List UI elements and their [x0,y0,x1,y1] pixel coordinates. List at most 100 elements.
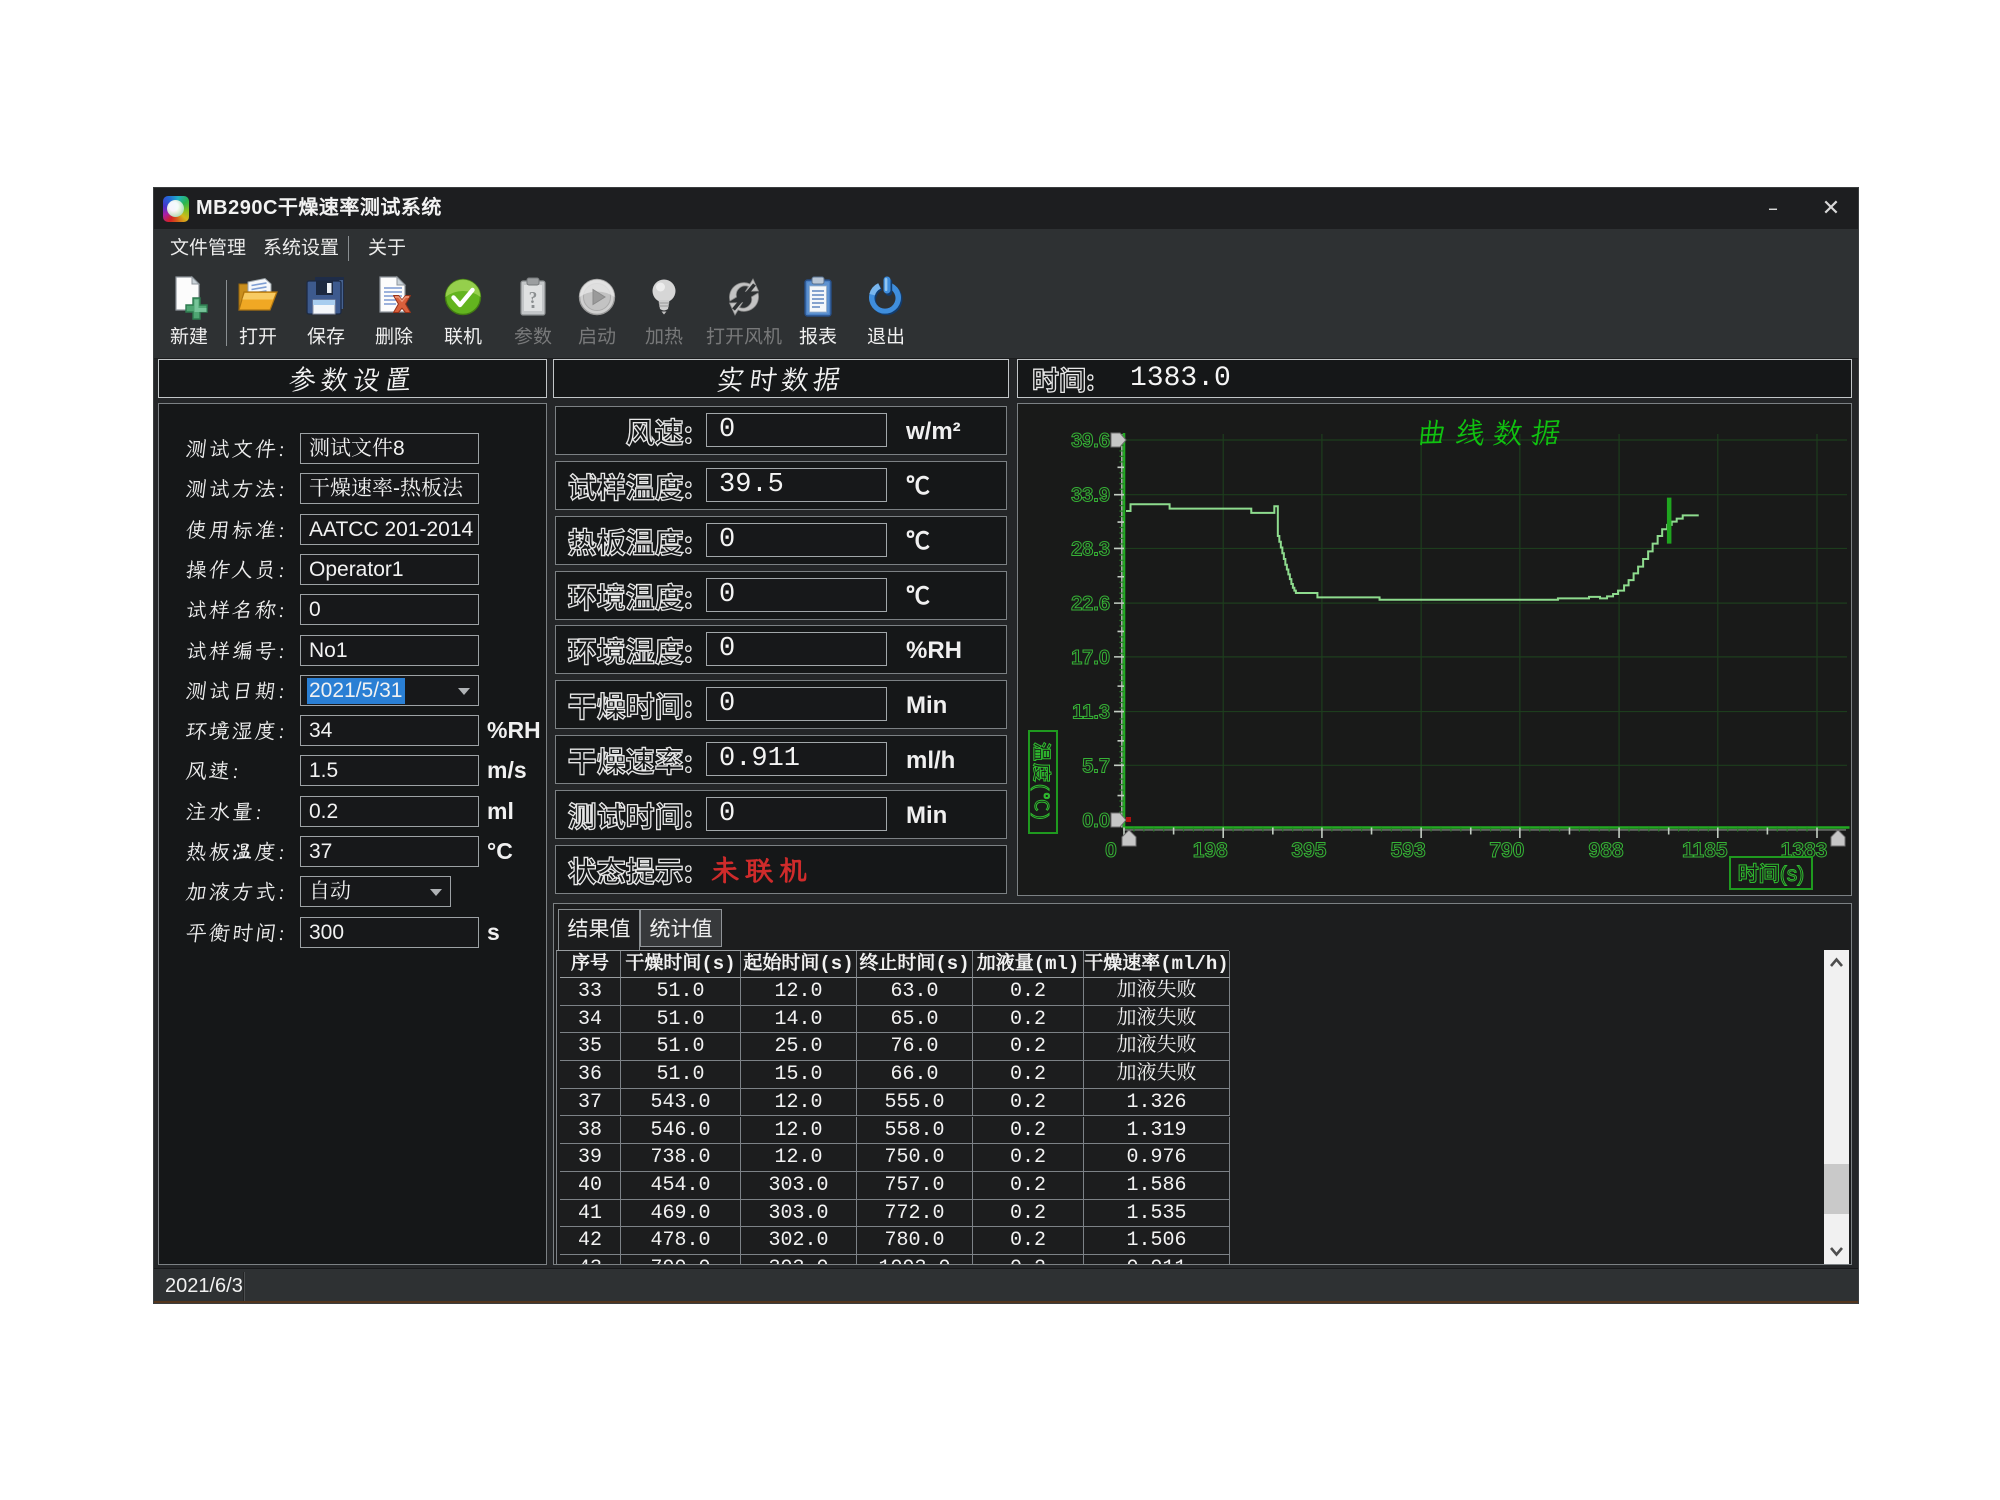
table-cell[interactable]: 546.0 [621,1117,741,1145]
param-input[interactable]: 2021/5/31 [300,675,479,706]
table-cell[interactable]: 12.0 [741,1144,857,1172]
realtime-input[interactable]: 0 [706,523,887,557]
param-input[interactable]: 自动 [300,876,451,907]
table-cell[interactable]: 772.0 [857,1200,973,1228]
table-cell[interactable]: 37 [560,1089,621,1117]
table-cell[interactable]: 0.2 [973,1227,1084,1255]
param-input[interactable]: 0 [300,594,479,625]
combo-dropdown-icon[interactable] [430,889,442,896]
table-cell[interactable]: 1.326 [1084,1089,1230,1117]
table-cell[interactable]: 51.0 [621,1061,741,1089]
table-cell[interactable]: 0.2 [973,1061,1084,1089]
toolbar-fan-button[interactable]: 打开风机 [696,272,792,356]
table-cell[interactable]: 加液失败 [1084,978,1230,1006]
table-cell[interactable]: 750.0 [857,1144,973,1172]
toolbar-start-button[interactable]: 启动 [559,272,635,356]
table-cell[interactable]: 790.0 [621,1255,741,1264]
table-cell[interactable]: 15.0 [741,1061,857,1089]
table-cell[interactable]: 66.0 [857,1061,973,1089]
table-cell[interactable]: 43 [560,1255,621,1264]
table-cell[interactable]: 76.0 [857,1033,973,1061]
table-cell[interactable]: 1.586 [1084,1172,1230,1200]
realtime-input[interactable]: 0.911 [706,742,887,776]
table-cell[interactable]: 555.0 [857,1089,973,1117]
table-cell[interactable]: 25.0 [741,1033,857,1061]
table-cell[interactable]: 51.0 [621,978,741,1006]
realtime-input[interactable]: 0 [706,578,887,612]
table-cell[interactable]: 40 [560,1172,621,1200]
menu-file[interactable]: 文件管理 [170,229,246,268]
toolbar-open-button[interactable]: 打开 [220,272,296,356]
table-cell[interactable]: 478.0 [621,1227,741,1255]
table-cell[interactable]: 303.0 [741,1255,857,1264]
table-cell[interactable]: 0.2 [973,1006,1084,1034]
table-cell[interactable]: 41 [560,1200,621,1228]
table-cell[interactable]: 0.976 [1084,1144,1230,1172]
table-cell[interactable]: 12.0 [741,978,857,1006]
realtime-input[interactable]: 0 [706,413,887,447]
table-cell[interactable]: 0.2 [973,1033,1084,1061]
toolbar-heat-button[interactable]: 加热 [626,272,702,356]
realtime-input[interactable]: 0 [706,797,887,831]
table-cell[interactable]: 42 [560,1227,621,1255]
table-cell[interactable]: 558.0 [857,1117,973,1145]
table-cell[interactable]: 302.0 [741,1227,857,1255]
table-cell[interactable]: 0.2 [973,1172,1084,1200]
title-bar[interactable]: MB290C干燥速率测试系统 – ✕ [154,188,1858,229]
scroll-up-icon[interactable] [1824,950,1849,976]
table-cell[interactable]: 0.911 [1084,1255,1230,1264]
table-cell[interactable]: 0.2 [973,1255,1084,1264]
table-cell[interactable]: 63.0 [857,978,973,1006]
table-cell[interactable]: 0.2 [973,978,1084,1006]
table-cell[interactable]: 303.0 [741,1172,857,1200]
table-cell[interactable]: 39 [560,1144,621,1172]
date-dropdown-icon[interactable] [458,688,470,695]
realtime-input[interactable]: 0 [706,632,887,666]
param-input[interactable]: 测试文件8 [300,433,479,464]
table-cell[interactable]: 加液失败 [1084,1006,1230,1034]
table-cell[interactable]: 1093.0 [857,1255,973,1264]
table-cell[interactable]: 35 [560,1033,621,1061]
table-cell[interactable]: 0.2 [973,1144,1084,1172]
table-cell[interactable]: 0.2 [973,1089,1084,1117]
table-cell[interactable]: 454.0 [621,1172,741,1200]
param-input[interactable]: 300 [300,917,479,948]
param-input[interactable]: 1.5 [300,755,479,786]
toolbar-new-button[interactable]: 新建 [151,272,227,356]
table-cell[interactable]: 34 [560,1006,621,1034]
minimize-button[interactable]: – [1750,188,1796,229]
param-input[interactable]: 37 [300,836,479,867]
toolbar-exit-button[interactable]: 退出 [848,272,924,356]
toolbar-delete-button[interactable]: 删除 [356,272,432,356]
table-cell[interactable]: 738.0 [621,1144,741,1172]
realtime-input[interactable]: 39.5 [706,468,887,502]
table-cell[interactable]: 12.0 [741,1117,857,1145]
table-cell[interactable]: 38 [560,1117,621,1145]
param-input[interactable]: 0.2 [300,796,479,827]
close-button[interactable]: ✕ [1808,188,1854,229]
realtime-input[interactable]: 0 [706,687,887,721]
table-cell[interactable]: 1.535 [1084,1200,1230,1228]
param-input[interactable]: No1 [300,635,479,666]
table-cell[interactable]: 33 [560,978,621,1006]
table-cell[interactable]: 36 [560,1061,621,1089]
table-cell[interactable]: 469.0 [621,1200,741,1228]
param-input[interactable]: AATCC 201-2014 [300,514,479,545]
param-input[interactable]: 34 [300,715,479,746]
table-cell[interactable]: 14.0 [741,1006,857,1034]
table-scrollbar[interactable] [1824,950,1849,1264]
toolbar-report-button[interactable]: 报表 [780,272,856,356]
table-cell[interactable]: 12.0 [741,1089,857,1117]
tab-statistics[interactable]: 统计值 [640,909,722,947]
table-cell[interactable]: 加液失败 [1084,1033,1230,1061]
table-cell[interactable]: 0.2 [973,1117,1084,1145]
x-scroll-right-handle[interactable] [1831,830,1845,846]
param-input[interactable]: Operator1 [300,554,479,585]
table-cell[interactable]: 65.0 [857,1006,973,1034]
param-input[interactable]: 干燥速率-热板法 [300,473,479,504]
toolbar-connect-button[interactable]: 联机 [425,272,501,356]
temperature-chart[interactable]: 0.05.711.317.022.628.333.939.60198395593… [1017,403,1852,896]
table-cell[interactable]: 1.319 [1084,1117,1230,1145]
table-cell[interactable]: 780.0 [857,1227,973,1255]
menu-settings[interactable]: 系统设置 [263,229,339,268]
